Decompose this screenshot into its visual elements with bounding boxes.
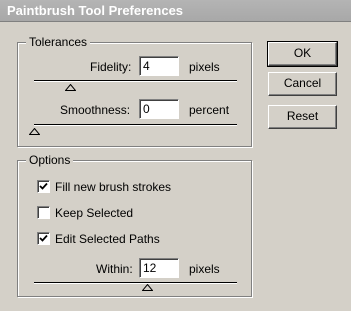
title-bar[interactable]: Paintbrush Tool Preferences <box>0 0 351 22</box>
edit-selected-paths-label[interactable]: Edit Selected Paths <box>55 232 160 246</box>
cancel-button[interactable]: Cancel <box>268 72 337 96</box>
smoothness-slider-track[interactable] <box>34 124 237 126</box>
keep-selected-checkbox[interactable] <box>37 206 50 219</box>
smoothness-unit: percent <box>189 103 230 117</box>
keep-selected-label[interactable]: Keep Selected <box>55 206 133 220</box>
fidelity-field[interactable] <box>139 56 179 76</box>
within-slider-track[interactable] <box>34 282 237 284</box>
fidelity-label: Fidelity: <box>90 60 132 74</box>
within-slider-thumb[interactable] <box>141 284 153 291</box>
checkmark-icon <box>39 182 48 190</box>
fill-new-brush-strokes-checkbox[interactable] <box>37 180 50 193</box>
within-unit: pixels <box>189 262 220 276</box>
paintbrush-preferences-dialog: Paintbrush Tool Preferences Tolerances F… <box>0 0 351 311</box>
fidelity-slider-thumb[interactable] <box>65 84 77 91</box>
dialog-title: Paintbrush Tool Preferences <box>7 3 184 18</box>
smoothness-label: Smoothness: <box>60 103 131 117</box>
fill-new-brush-strokes-label[interactable]: Fill new brush strokes <box>55 180 171 194</box>
checkmark-icon <box>39 234 48 242</box>
smoothness-field[interactable] <box>139 99 179 119</box>
within-label: Within: <box>96 262 133 276</box>
fidelity-slider-track[interactable] <box>34 80 237 82</box>
ok-button[interactable]: OK <box>267 41 338 67</box>
tolerances-legend: Tolerances <box>26 35 91 49</box>
within-field[interactable] <box>139 258 179 278</box>
tolerances-group: Tolerances <box>17 35 252 147</box>
reset-button[interactable]: Reset <box>268 105 337 129</box>
edit-selected-paths-checkbox[interactable] <box>37 232 50 245</box>
options-legend: Options <box>26 153 74 167</box>
smoothness-slider-thumb[interactable] <box>29 128 40 135</box>
fidelity-unit: pixels <box>189 60 220 74</box>
